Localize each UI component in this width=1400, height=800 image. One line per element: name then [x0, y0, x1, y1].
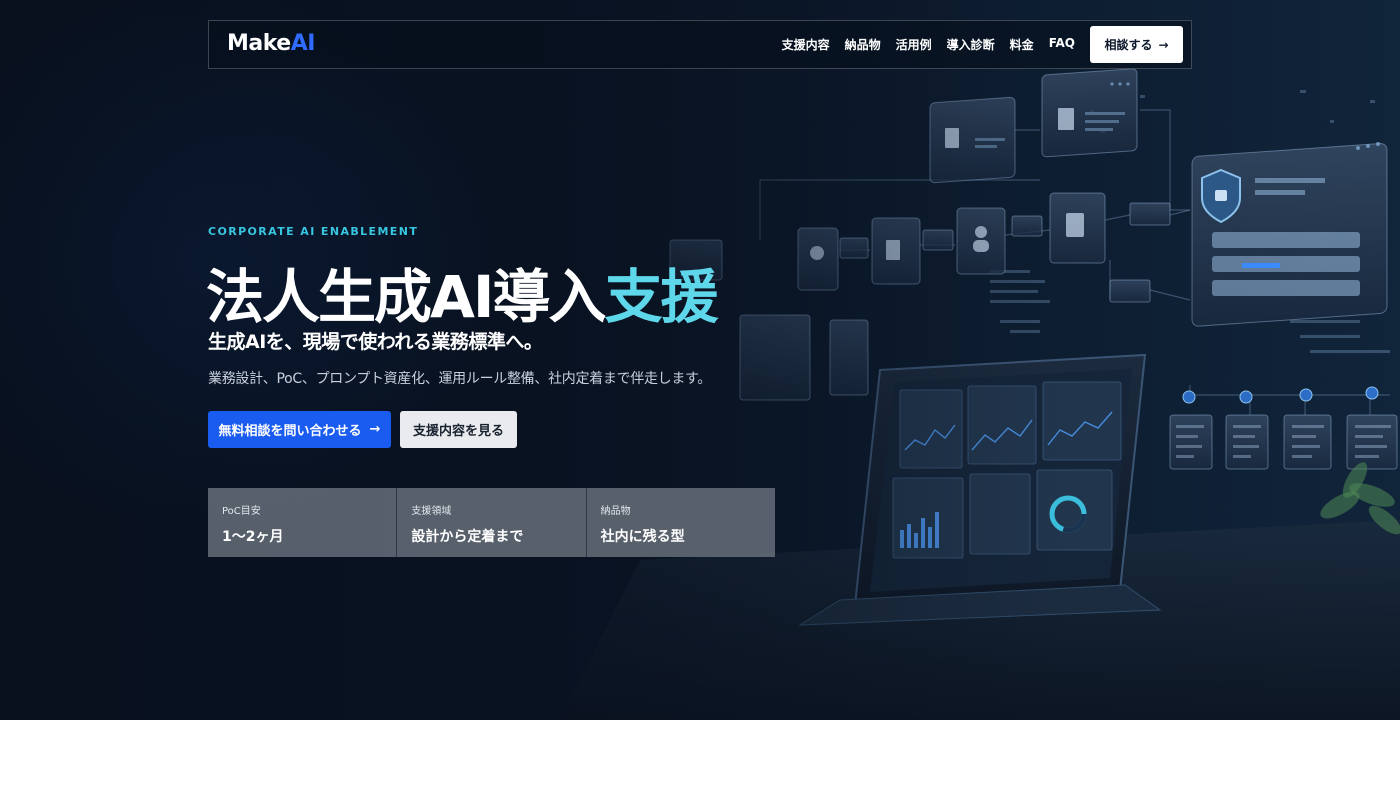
stats-bar: PoC目安 1〜2ヶ月 支援領域 設計から定着まで 納品物 社内に残る型	[208, 488, 775, 557]
stat-label: PoC目安	[222, 506, 261, 517]
nav-item-use-cases[interactable]: 活用例	[896, 36, 932, 53]
nav-item-pricing[interactable]: 料金	[1010, 36, 1034, 53]
consult-button-label: 相談する	[1104, 38, 1153, 52]
hero-title: 法人生成AI導入支援	[206, 250, 718, 334]
hero-overlay	[0, 0, 1400, 720]
nav-item-deliverables[interactable]: 納品物	[845, 36, 881, 53]
stat-support-scope: 支援領域 設計から定着まで	[397, 488, 587, 557]
top-navigation: MakeAI 支援内容 納品物 活用例 導入診断 料金 FAQ 相談する →	[208, 20, 1192, 69]
consult-button[interactable]: 相談する →	[1090, 26, 1183, 63]
logo-text: Make	[227, 31, 291, 56]
stat-poc-duration: PoC目安 1〜2ヶ月	[208, 488, 398, 557]
hero-subtitle: 生成AIを、現場で使われる業務標準へ。	[208, 331, 543, 353]
nav-item-diagnosis[interactable]: 導入診断	[947, 36, 995, 53]
stat-label: 支援領域	[411, 506, 452, 517]
hero-title-accent: 支援	[604, 263, 718, 331]
logo[interactable]: MakeAI	[227, 31, 315, 56]
free-consultation-button[interactable]: 無料相談を問い合わせる →	[208, 411, 391, 448]
stat-value: 1〜2ヶ月	[222, 529, 284, 545]
hero-eyebrow: CORPORATE AI ENABLEMENT	[208, 225, 419, 238]
view-services-button[interactable]: 支援内容を見る	[400, 411, 517, 448]
nav-menu: 支援内容 納品物 活用例 導入診断 料金 FAQ	[782, 36, 1075, 53]
hero-title-main: 法人生成AI導入	[206, 263, 606, 331]
arrow-right-icon: →	[369, 422, 381, 437]
hero-section: MakeAI 支援内容 納品物 活用例 導入診断 料金 FAQ 相談する → C…	[0, 0, 1400, 720]
nav-item-faq[interactable]: FAQ	[1049, 36, 1075, 53]
stat-value: 設計から定着まで	[411, 529, 524, 545]
nav-item-services[interactable]: 支援内容	[782, 36, 830, 53]
stat-deliverables: 納品物 社内に残る型	[586, 488, 775, 557]
view-services-label: 支援内容を見る	[412, 424, 504, 439]
arrow-right-icon: →	[1158, 37, 1169, 52]
logo-accent-text: AI	[290, 31, 316, 56]
free-consultation-label: 無料相談を問い合わせる	[218, 424, 362, 439]
stat-label: 納品物	[600, 506, 631, 517]
stat-value: 社内に残る型	[600, 529, 685, 545]
hero-description: 業務設計、PoC、プロンプト資産化、運用ルール整備、社内定着まで伴走します。	[208, 371, 712, 387]
